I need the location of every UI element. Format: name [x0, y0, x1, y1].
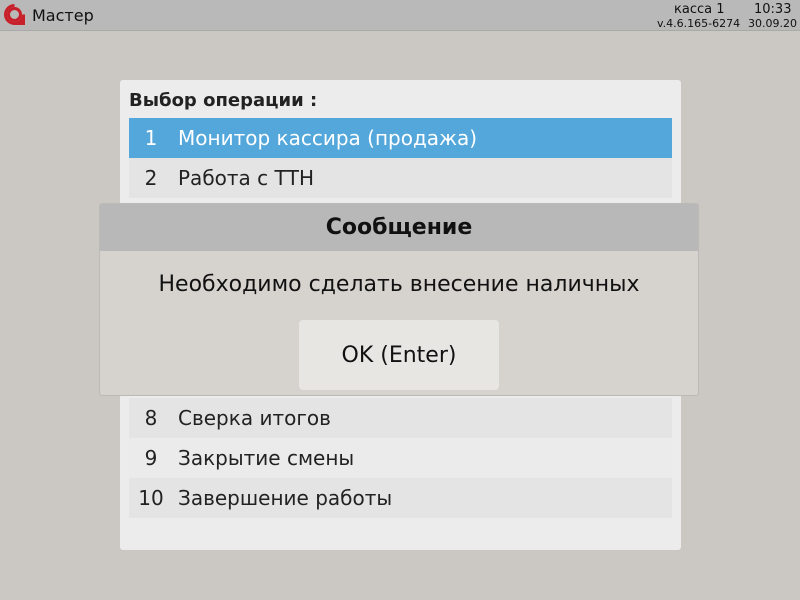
- menu-item-label: Работа с ТТН: [178, 166, 314, 190]
- menu-item-label: Монитор кассира (продажа): [178, 126, 478, 150]
- dialog-title: Сообщение: [325, 215, 473, 240]
- menu-item-label: Завершение работы: [178, 486, 393, 510]
- clock-time: 10:33: [754, 2, 792, 17]
- menu-item-number: 2: [144, 166, 158, 190]
- menu-title: Выбор операции :: [129, 90, 318, 111]
- top-bar: Мастер касса 1 10:33 v.4.6.165-6274 30.0…: [0, 0, 800, 31]
- red-ring-logo-icon: [4, 4, 25, 25]
- menu-item-number: 9: [144, 446, 158, 470]
- menu-item-exit[interactable]: 10 Завершение работы: [129, 478, 672, 518]
- app-title: Мастер: [32, 6, 94, 25]
- message-dialog: Сообщение Необходимо сделать внесение на…: [99, 203, 699, 396]
- dialog-header: Сообщение: [100, 204, 698, 251]
- menu-item-label: Сверка итогов: [178, 406, 331, 430]
- register-label: касса 1: [674, 2, 725, 17]
- ok-button[interactable]: OK (Enter): [299, 320, 499, 390]
- date-label: 30.09.20: [748, 17, 797, 30]
- menu-item-number: 10: [138, 486, 164, 510]
- menu-item-close-shift[interactable]: 9 Закрытие смены: [129, 438, 672, 478]
- menu-item-totals-reconciliation[interactable]: 8 Сверка итогов: [129, 398, 672, 438]
- dialog-message: Необходимо сделать внесение наличных: [158, 272, 640, 297]
- menu-item-label: Закрытие смены: [178, 446, 355, 470]
- menu-item-cashier-monitor[interactable]: 1 Монитор кассира (продажа): [129, 118, 672, 158]
- menu-item-ttn[interactable]: 2 Работа с ТТН: [129, 158, 672, 198]
- menu-item-number: 1: [144, 126, 158, 150]
- menu-item-number: 8: [144, 406, 158, 430]
- version-label: v.4.6.165-6274: [657, 17, 741, 30]
